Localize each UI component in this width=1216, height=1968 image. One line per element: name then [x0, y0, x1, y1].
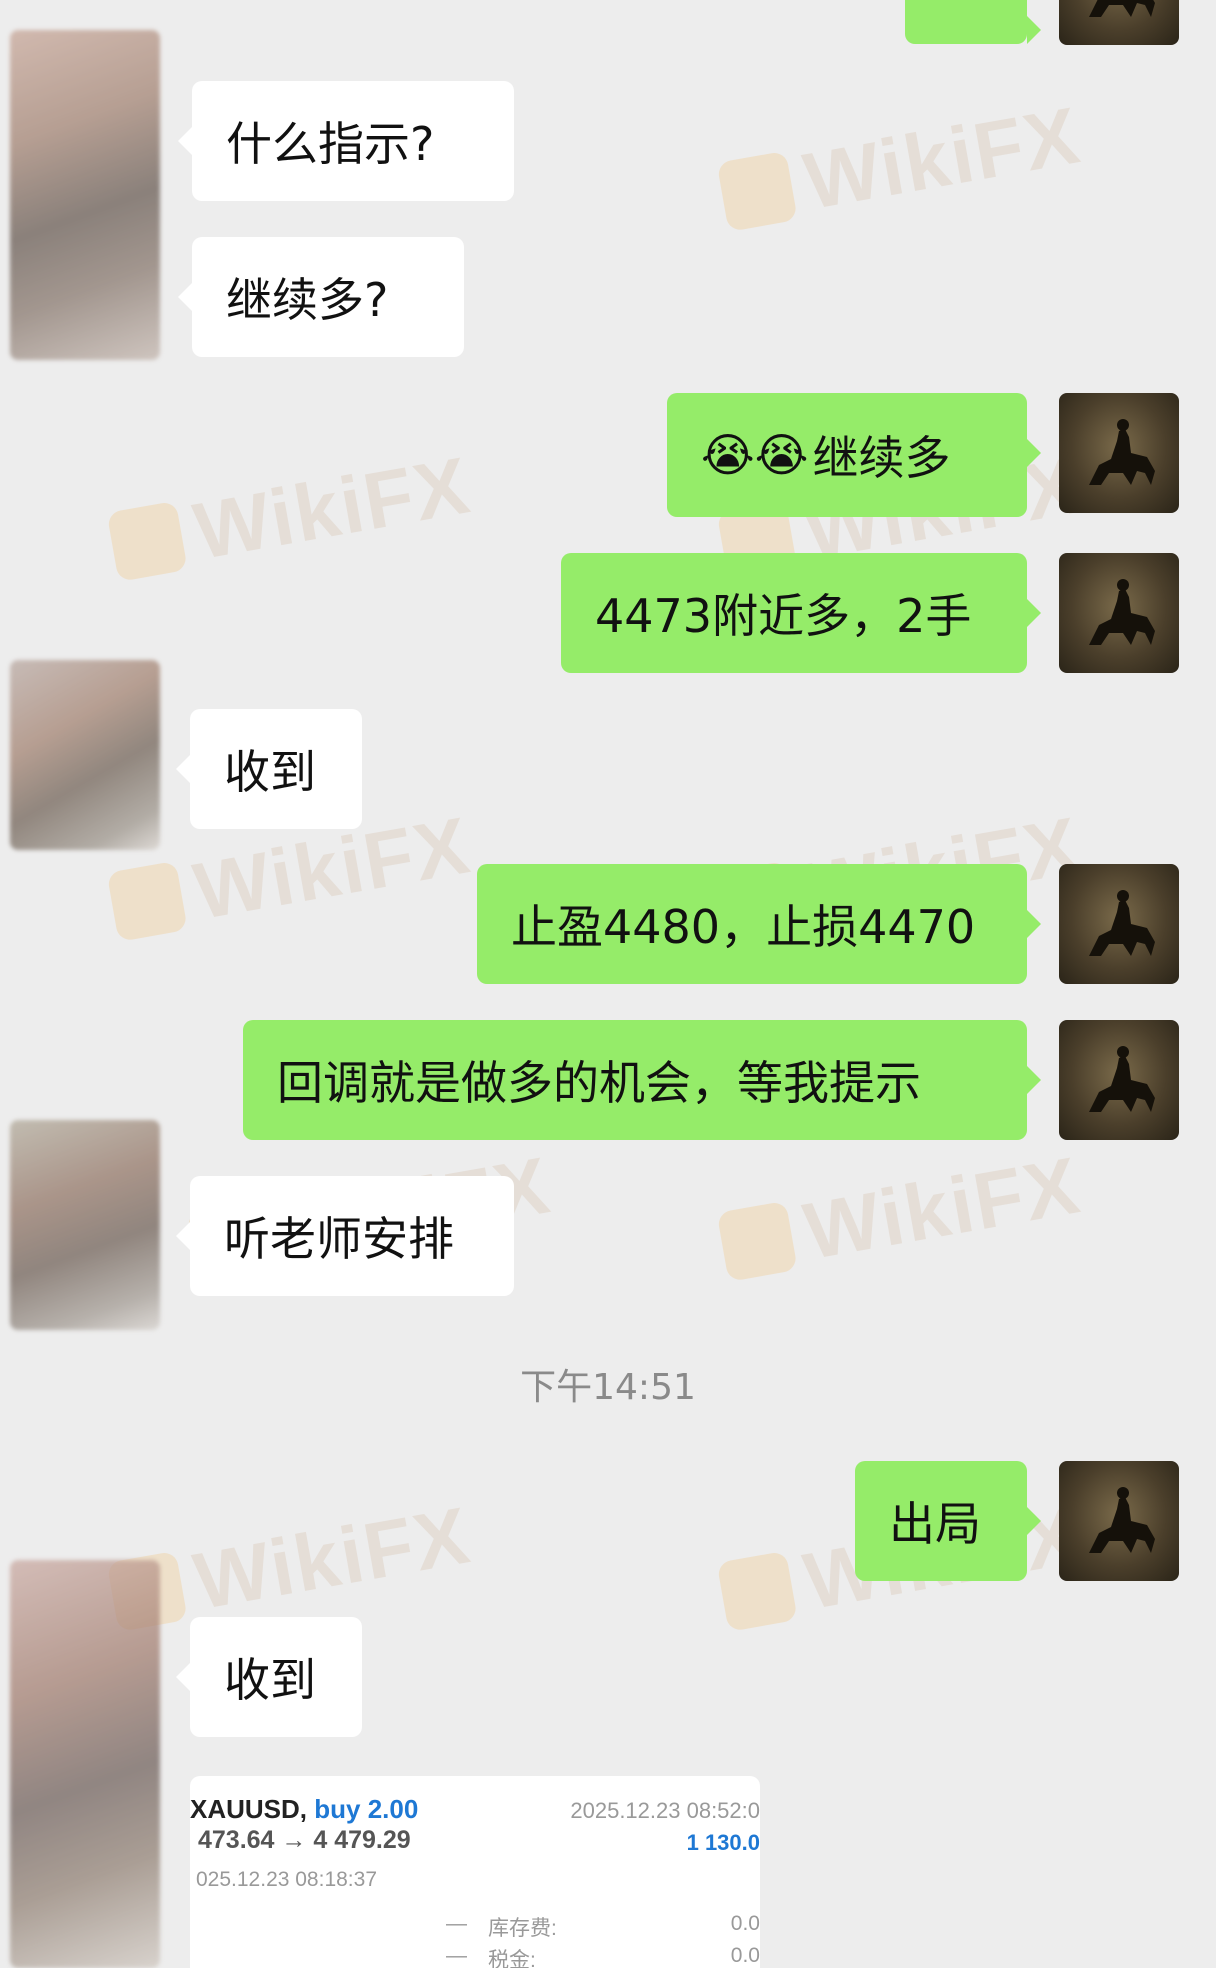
wikifx-logo-icon: [716, 1200, 798, 1282]
swap-value: 0.0: [730, 1912, 760, 1935]
trade-side: buy 2.00: [314, 1794, 419, 1824]
self-avatar[interactable]: [1059, 864, 1179, 984]
swap-dash: —: [446, 1912, 467, 1935]
message-text: 继续多?: [226, 273, 389, 327]
horse-rider-icon: [1089, 890, 1155, 956]
message-bubble-outgoing[interactable]: 😭😭 继续多: [667, 393, 1041, 517]
watermark: WikiFX: [105, 439, 477, 592]
wikifx-logo-icon: [716, 150, 798, 232]
swap-label: 库存费:: [488, 1917, 557, 1940]
crying-emoji-icon: 😭😭: [701, 428, 809, 482]
horse-rider-icon: [1089, 419, 1155, 485]
message-bubble-outgoing[interactable]: 4473附近多，2手: [561, 553, 1041, 673]
trade-open-time: 2025.12.23 08:52:0: [570, 1798, 760, 1823]
message-text: 止盈4480，止损4470: [511, 900, 976, 954]
trade-symbol: XAUUSD, buy 2.00: [190, 1794, 419, 1824]
horse-rider-icon: [1089, 1487, 1155, 1553]
horse-rider-icon: [1089, 0, 1155, 17]
message-bubble-outgoing[interactable]: 回调就是做多的机会，等我提示: [243, 1020, 1041, 1140]
message-text: 什么指示?: [226, 117, 435, 171]
message-text: 收到: [224, 745, 316, 799]
contact-avatar[interactable]: [10, 1120, 160, 1330]
horse-rider-icon: [1089, 1046, 1155, 1112]
message-bubble-outgoing[interactable]: 止盈4480，止损4470: [477, 864, 1041, 984]
watermark: WikiFX: [715, 1139, 1087, 1292]
horse-rider-icon: [1089, 579, 1155, 645]
contact-avatar[interactable]: [10, 1560, 160, 1968]
message-bubble-incoming[interactable]: 听老师安排: [176, 1176, 514, 1296]
tax-label: 税金:: [488, 1949, 536, 1968]
message-bubble-incoming[interactable]: 收到: [176, 1617, 362, 1737]
tax-value: 0.0: [730, 1944, 760, 1967]
message-bubble-incoming[interactable]: 收到: [176, 709, 362, 829]
trade-prices: 473.64 → 4 479.29: [198, 1826, 411, 1854]
message-bubble-outgoing[interactable]: [905, 0, 1041, 44]
wikifx-logo-icon: [106, 860, 188, 942]
contact-avatar[interactable]: [10, 30, 160, 360]
message-timestamp: 下午14:51: [520, 1367, 696, 1408]
message-text: 听老师安排: [224, 1212, 454, 1266]
self-avatar[interactable]: [1059, 0, 1179, 45]
self-avatar[interactable]: [1059, 553, 1179, 673]
message-text: 继续多: [812, 431, 951, 485]
message-text: 出局: [889, 1497, 981, 1551]
message-text: 收到: [224, 1653, 316, 1707]
trade-profit: 1 130.0: [686, 1830, 760, 1855]
watermark: WikiFX: [715, 89, 1087, 242]
wikifx-logo-icon: [716, 1550, 798, 1632]
message-bubble-outgoing[interactable]: 出局: [855, 1461, 1041, 1581]
wikifx-logo-icon: [106, 500, 188, 582]
trade-screenshot-card[interactable]: XAUUSD, buy 2.00 2025.12.23 08:52:0 473.…: [190, 1776, 760, 1968]
contact-avatar[interactable]: [10, 660, 160, 850]
self-avatar[interactable]: [1059, 1461, 1179, 1581]
self-avatar[interactable]: [1059, 393, 1179, 513]
trade-close-time: 025.12.23 08:18:37: [196, 1868, 378, 1891]
self-avatar[interactable]: [1059, 1020, 1179, 1140]
message-bubble-incoming[interactable]: 什么指示?: [178, 81, 514, 201]
message-bubble-incoming[interactable]: 继续多?: [178, 237, 464, 357]
message-text: 回调就是做多的机会，等我提示: [277, 1056, 921, 1110]
message-text: 4473附近多，2手: [595, 589, 972, 643]
tax-dash: —: [446, 1944, 467, 1967]
